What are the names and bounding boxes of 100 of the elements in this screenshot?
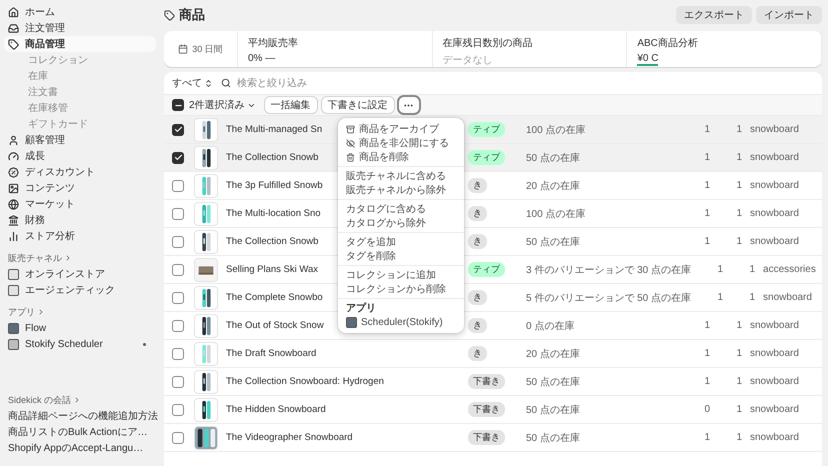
product-name[interactable]: The Collection Snowboard: Hydrogen xyxy=(226,376,460,387)
select-all-checkbox[interactable] xyxy=(172,99,184,111)
menu-item[interactable]: タグを削除 xyxy=(342,249,460,263)
nav-item[interactable]: マーケット xyxy=(4,196,156,212)
app-icon xyxy=(8,284,19,296)
inventory-text: 50 点の在庫 xyxy=(526,376,581,388)
metric-value: データなし xyxy=(442,54,493,67)
inventory-text: 5 件のバリエーションで 50 点の在庫 xyxy=(526,292,692,304)
period-selector[interactable]: 30 日間 xyxy=(192,42,223,56)
nav-item[interactable]: オンラインストア xyxy=(4,266,156,282)
person-icon xyxy=(8,134,19,146)
inventory-text: 3 件のバリエーションで 30 点の在庫 xyxy=(526,264,692,276)
calendar-icon xyxy=(178,44,188,54)
table-cell-text: 1 xyxy=(703,124,710,135)
bulk-action-button[interactable]: 一括編集 xyxy=(264,97,317,113)
app-icon xyxy=(8,268,19,280)
menu-item[interactable]: カタログから除外 xyxy=(342,216,460,230)
bulk-action-button[interactable]: 下書きに設定 xyxy=(322,97,394,113)
product-name[interactable]: The Videographer Snowboard xyxy=(226,432,460,443)
nav-item[interactable]: コンテンツ xyxy=(4,180,156,196)
row-checkbox[interactable] xyxy=(172,320,184,332)
bar-chart-icon xyxy=(8,230,19,242)
category-text: snowboard xyxy=(750,404,800,415)
row-checkbox[interactable] xyxy=(172,124,184,136)
row-checkbox[interactable] xyxy=(172,348,184,360)
nav-item[interactable]: 顧客管理 xyxy=(4,132,156,148)
nav-item[interactable]: エージェンティック xyxy=(4,282,156,298)
header-button[interactable]: インポート xyxy=(756,6,822,24)
table-cell-text: 1 xyxy=(735,124,742,135)
table-cell-text: 1 xyxy=(735,432,742,443)
app-icon xyxy=(8,322,19,334)
view-selector[interactable]: すべて xyxy=(172,76,213,90)
menu-item[interactable]: Scheduler(Stokify) xyxy=(342,315,460,329)
page-title: 商品 xyxy=(179,6,205,24)
menu-item[interactable]: コレクションに追加 xyxy=(342,268,460,282)
header-button[interactable]: エクスポート xyxy=(676,6,752,24)
nav-item[interactable]: 成長 xyxy=(4,148,156,164)
more-button[interactable] xyxy=(398,97,419,113)
menu-item[interactable]: カタログに含める xyxy=(342,202,460,216)
category-text: snowboard xyxy=(750,320,800,331)
metric-label: 平均販売率 xyxy=(248,36,299,50)
eye-off-icon xyxy=(346,138,355,148)
row-checkbox[interactable] xyxy=(172,376,184,388)
nav-item[interactable]: Flow xyxy=(4,320,156,336)
status-badge: 下書き xyxy=(468,374,505,389)
product-name[interactable]: The Hidden Snowboard xyxy=(226,404,460,415)
row-checkbox[interactable] xyxy=(172,152,184,164)
row-checkbox[interactable] xyxy=(172,292,184,304)
search-field[interactable]: 検索と絞り込み xyxy=(235,76,814,90)
conversation-link[interactable]: 商品リストのBulk Actionにア… xyxy=(4,424,156,440)
gauge-icon xyxy=(8,150,19,162)
percent-badge-icon xyxy=(8,166,19,178)
selection-dropdown[interactable]: 2件選択済み xyxy=(189,98,260,112)
row-checkbox[interactable] xyxy=(172,236,184,248)
section-heading[interactable]: アプリ xyxy=(4,304,156,320)
archive-icon xyxy=(346,124,355,134)
app-icon xyxy=(8,338,19,350)
menu-item[interactable]: 商品を非公開にする xyxy=(342,136,460,150)
menu-item[interactable]: 販売チャネルに含める xyxy=(342,169,460,183)
metric-value: 0% — xyxy=(248,53,276,64)
category-text: snowboard xyxy=(750,124,800,135)
row-checkbox[interactable] xyxy=(172,264,184,276)
row-checkbox[interactable] xyxy=(172,180,184,192)
menu-item[interactable]: 販売チャネルから除外 xyxy=(342,183,460,197)
table-cell-text: 1 xyxy=(703,180,710,191)
status-badge: き xyxy=(468,178,487,193)
menu-item[interactable]: コレクションから削除 xyxy=(342,282,460,296)
menu-item[interactable]: タグを追加 xyxy=(342,235,460,249)
row-checkbox[interactable] xyxy=(172,432,184,444)
nav-item[interactable]: 財務 xyxy=(4,212,156,228)
inventory-text: 20 点の在庫 xyxy=(526,348,581,360)
inventory-text: 50 点の在庫 xyxy=(526,432,581,444)
nav-item[interactable]: 商品管理 xyxy=(4,36,156,52)
table-cell-text: 1 xyxy=(735,320,742,331)
table-cell-text: 1 xyxy=(748,292,756,303)
inventory-text: 0 点の在庫 xyxy=(526,320,576,332)
row-checkbox[interactable] xyxy=(172,208,184,220)
section-heading[interactable]: Sidekick の会話 xyxy=(4,392,156,408)
category-text: snowboard xyxy=(750,376,800,387)
table-cell-text: 1 xyxy=(703,376,710,387)
image-icon xyxy=(8,182,19,194)
table-cell-text: 1 xyxy=(735,348,742,359)
menu-item[interactable]: 商品を削除 xyxy=(342,150,460,164)
nav-item[interactable]: ストア分析 xyxy=(4,228,156,244)
row-checkbox[interactable] xyxy=(172,404,184,416)
inventory-text: 50 点の在庫 xyxy=(526,152,581,164)
conversation-link[interactable]: Shopify AppのAccept-Langu… xyxy=(4,440,156,456)
search-icon xyxy=(221,78,231,88)
status-badge: き xyxy=(468,318,487,333)
status-badge: ティブ xyxy=(468,150,505,165)
conversation-link[interactable]: 商品詳細ページへの機能追加方法 xyxy=(4,408,156,424)
nav-item[interactable]: 注文管理 xyxy=(4,20,156,36)
product-name[interactable]: The Draft Snowboard xyxy=(226,348,460,359)
inventory-text: 20 点の在庫 xyxy=(526,180,581,192)
nav-item[interactable]: Stokify Scheduler xyxy=(4,336,156,352)
metric-label: ABC商品分析 xyxy=(637,36,699,50)
nav-item[interactable]: ディスカウント xyxy=(4,164,156,180)
menu-item[interactable]: 商品をアーカイブ xyxy=(342,122,460,136)
section-heading[interactable]: 販売チャネル xyxy=(4,250,156,266)
nav-item[interactable]: ホーム xyxy=(4,4,156,20)
